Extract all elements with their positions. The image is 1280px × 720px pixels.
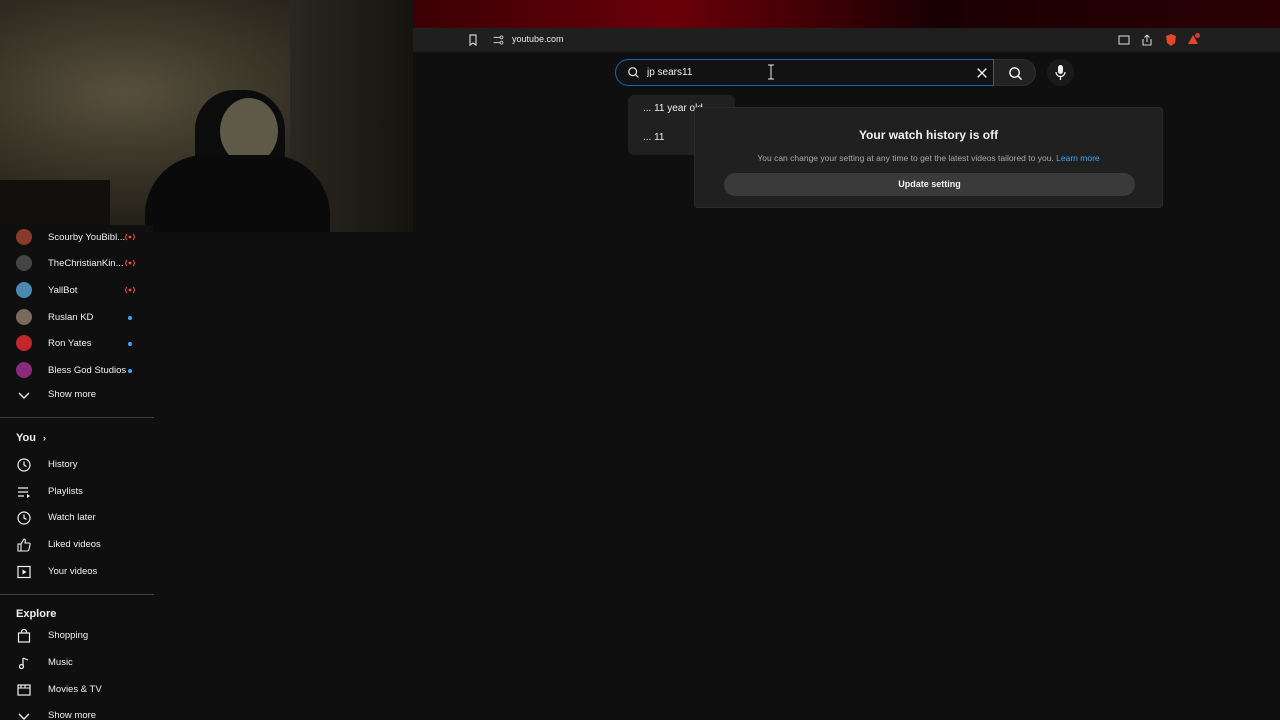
webcam-overlay (0, 0, 413, 232)
search-button[interactable] (994, 59, 1036, 86)
card-description: You can change your setting at any time … (695, 153, 1162, 163)
live-icon (125, 233, 135, 241)
sidebar-item-music[interactable]: Music (0, 650, 154, 676)
divider (0, 594, 154, 595)
chevron-down-icon (18, 392, 30, 399)
sidebar-item-label: Liked videos (48, 539, 101, 550)
brave-shield-icon[interactable] (1163, 32, 1179, 48)
address-bar[interactable]: youtube.com (413, 28, 1280, 52)
explore-section-header: Explore (16, 608, 57, 620)
card-title: Your watch history is off (858, 128, 999, 142)
sidebar-item-label: Movies & TV (48, 684, 102, 695)
you-section-header[interactable]: You › (16, 432, 46, 444)
learn-more-link[interactable]: Learn more (1056, 153, 1099, 163)
sidebar-item-liked-videos[interactable]: Liked videos (0, 532, 154, 558)
sidebar-item-label: History (48, 459, 78, 470)
subscription-item[interactable]: Scourby YouBibl... (0, 225, 154, 251)
divider (0, 417, 154, 418)
cast-icon[interactable] (1116, 32, 1132, 48)
shopping-bag-icon (17, 628, 31, 643)
voice-search-button[interactable] (1047, 59, 1074, 86)
update-setting-button[interactable]: Update setting (724, 173, 1135, 196)
clock-icon (17, 511, 31, 525)
history-icon (17, 458, 31, 472)
watch-history-off-card: Your watch history is off You can change… (694, 107, 1163, 208)
subscription-label: YallBot (48, 285, 78, 296)
sidebar-item-label: Watch later (48, 512, 96, 523)
sidebar-item-label: Your videos (48, 566, 98, 577)
chevron-down-icon (18, 713, 30, 720)
browser-tab-strip (413, 0, 1280, 28)
show-more-explore[interactable]: Show more (0, 703, 154, 720)
live-icon (125, 286, 135, 294)
subscription-item[interactable]: Bless God Studios (0, 358, 154, 384)
your-videos-icon (17, 565, 31, 579)
text-cursor-icon (768, 64, 774, 80)
bookmark-icon[interactable] (465, 32, 481, 48)
subscription-item[interactable]: TheChristianKin... (0, 251, 154, 277)
thumbs-up-icon (17, 538, 31, 552)
subscription-label: Scourby YouBibl... (48, 232, 126, 243)
sidebar-item-label: Playlists (48, 486, 83, 497)
search-box[interactable] (615, 59, 994, 86)
sidebar-item-playlists[interactable]: Playlists (0, 479, 154, 505)
sidebar-item-your-videos[interactable]: Your videos (0, 559, 154, 585)
sidebar-item-label: Music (48, 657, 73, 668)
search-icon (628, 67, 639, 78)
share-icon[interactable] (1139, 32, 1155, 48)
subscription-label: Bless God Studios (48, 365, 127, 376)
new-content-dot (128, 369, 132, 373)
avatar (16, 282, 32, 298)
clear-search-icon[interactable] (975, 66, 989, 80)
rewards-icon[interactable] (1185, 32, 1201, 48)
show-more-label: Show more (48, 710, 97, 720)
sidebar-item-movies-tv[interactable]: Movies & TV (0, 677, 154, 703)
show-more-subscriptions[interactable]: Show more (0, 382, 154, 408)
subscription-item[interactable]: Ruslan KD (0, 305, 154, 331)
card-description-text: You can change your setting at any time … (757, 153, 1054, 163)
suggestion-item[interactable]: ... 11 (643, 132, 665, 143)
show-more-label: Show more (48, 389, 97, 400)
sidebar: Scourby YouBibl... TheChristianKin... Ya… (0, 225, 154, 720)
subscription-label: Ruslan KD (48, 312, 94, 323)
new-content-dot (128, 316, 132, 320)
new-content-dot (128, 342, 132, 346)
you-section-label: You (16, 432, 36, 444)
sidebar-item-label: Shopping (48, 630, 89, 641)
site-info-icon[interactable] (491, 32, 505, 48)
film-icon (17, 684, 31, 696)
sidebar-item-history[interactable]: History (0, 452, 154, 478)
subscription-label: Ron Yates (48, 338, 92, 349)
subscription-item[interactable]: Ron Yates (0, 331, 154, 357)
music-note-icon (18, 657, 29, 670)
chevron-right-icon: › (43, 433, 47, 443)
avatar (16, 335, 32, 351)
playlists-icon (18, 487, 30, 498)
avatar (16, 309, 32, 325)
url-text[interactable]: youtube.com (512, 34, 564, 44)
subscription-item[interactable]: YallBot (0, 278, 154, 304)
sidebar-item-shopping[interactable]: Shopping (0, 623, 154, 649)
search-submit-icon (1009, 67, 1023, 81)
avatar (16, 229, 32, 245)
microphone-icon (1055, 65, 1066, 80)
live-icon (125, 259, 135, 267)
avatar (16, 255, 32, 271)
sidebar-item-watch-later[interactable]: Watch later (0, 505, 154, 531)
search-input[interactable] (647, 62, 967, 83)
avatar (16, 362, 32, 378)
subscription-label: TheChristianKin... (48, 258, 124, 269)
